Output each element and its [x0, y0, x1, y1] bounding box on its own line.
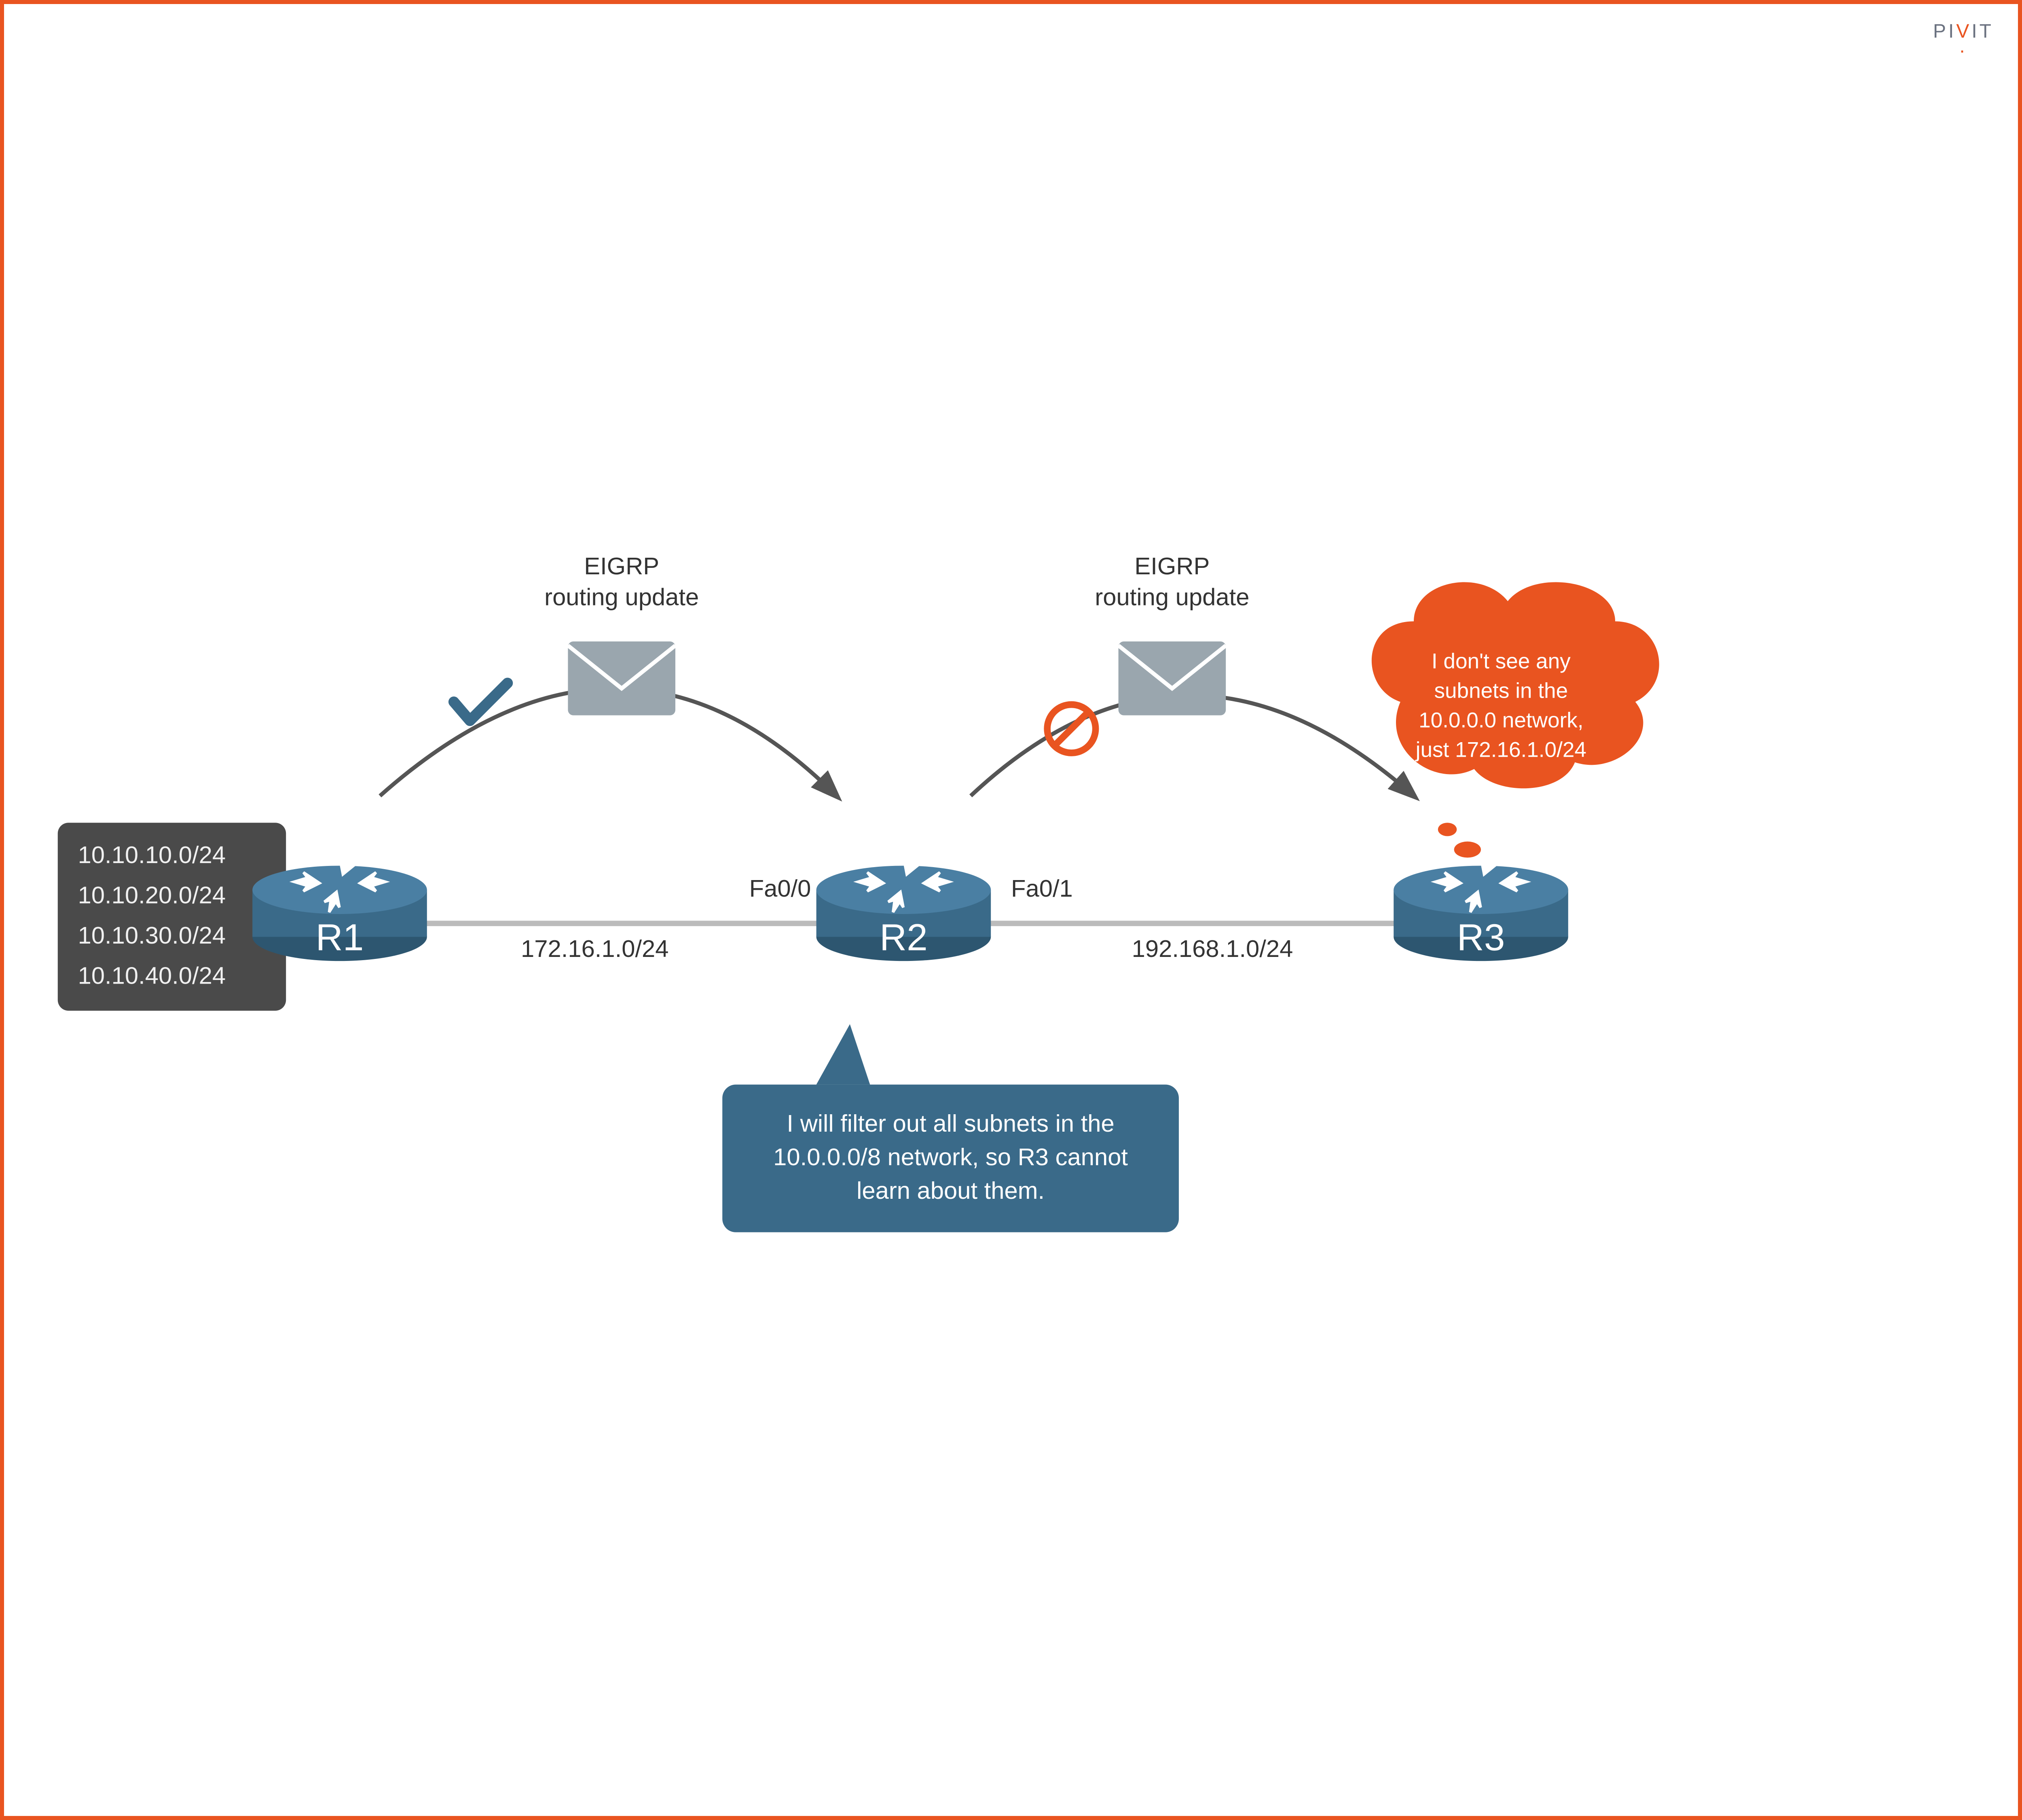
- diagram-svg: 10.10.10.0/24 10.10.20.0/24 10.10.30.0/2…: [4, 4, 2018, 1816]
- update-left-line2: routing update: [544, 583, 699, 610]
- r3-thought-cloud: I don't see any subnets in the 10.0.0.0 …: [1372, 582, 1659, 857]
- r3-thought-line1: I don't see any: [1432, 649, 1571, 673]
- router-r2-label: R2: [880, 916, 928, 959]
- router-r3: R3: [1394, 851, 1568, 961]
- blocked-icon: [1047, 705, 1096, 753]
- router-r3-label: R3: [1457, 916, 1505, 959]
- envelope-left-icon: [568, 641, 675, 715]
- subnet-1: 10.10.10.0/24: [78, 841, 226, 868]
- r2-callout: I will filter out all subnets in the 10.…: [722, 1024, 1179, 1232]
- r3-thought-line2: subnets in the: [1434, 679, 1568, 703]
- update-right-line1: EIGRP: [1134, 552, 1210, 580]
- link-r1-r2: 172.16.1.0/24: [521, 935, 668, 962]
- subnet-2: 10.10.20.0/24: [78, 881, 226, 908]
- r2-callout-line1: I will filter out all subnets in the: [787, 1110, 1114, 1137]
- subnet-3: 10.10.30.0/24: [78, 922, 226, 949]
- r3-thought-line4: just 172.16.1.0/24: [1415, 738, 1586, 762]
- r3-thought-line3: 10.0.0.0 network,: [1419, 708, 1583, 732]
- update-left-line1: EIGRP: [584, 552, 659, 580]
- router-r1-label: R1: [316, 916, 364, 959]
- envelope-right-icon: [1119, 641, 1226, 715]
- r2-callout-line2: 10.0.0.0/8 network, so R3 cannot: [773, 1143, 1128, 1170]
- iface-r2-right: Fa0/1: [1011, 875, 1073, 902]
- subnet-4: 10.10.40.0/24: [78, 962, 226, 989]
- router-r2: R2: [816, 851, 991, 961]
- update-right-line2: routing update: [1095, 583, 1249, 610]
- link-r2-r3: 192.168.1.0/24: [1132, 935, 1293, 962]
- r2-callout-line3: learn about them.: [857, 1177, 1045, 1204]
- iface-r2-left: Fa0/0: [749, 875, 811, 902]
- diagram-stage: 10.10.10.0/24 10.10.20.0/24 10.10.30.0/2…: [4, 4, 2018, 1816]
